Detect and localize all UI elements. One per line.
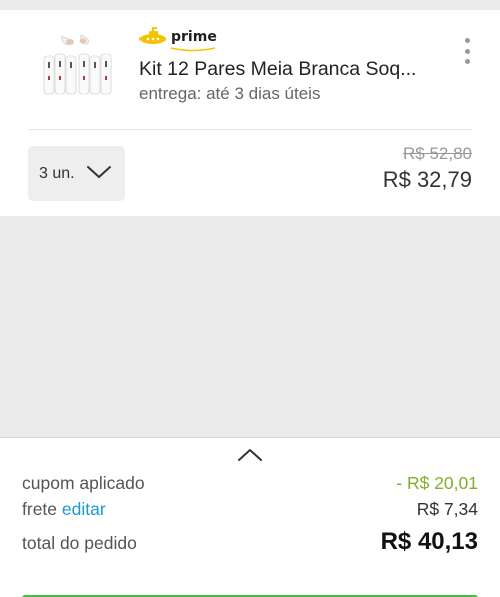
prime-smile-icon (170, 47, 216, 52)
quantity-select[interactable]: 3 un. (28, 146, 125, 201)
total-row: total do pedido R$ 40,13 (22, 528, 478, 556)
product-title[interactable]: Kit 12 Pares Meia Branca Soq... (139, 58, 439, 81)
shipping-value: R$ 7,34 (416, 499, 478, 519)
delivery-estimate: entrega: até 3 dias úteis (139, 84, 321, 103)
more-vertical-icon (464, 38, 470, 43)
total-label: total do pedido (22, 533, 137, 553)
submarine-icon (138, 26, 169, 53)
coupon-row: cupom aplicado - R$ 20,01 (22, 473, 478, 494)
top-background-strip (0, 0, 500, 10)
edit-shipping-link[interactable]: editar (62, 499, 106, 519)
order-summary-panel: cupom aplicado - R$ 20,01 frete editar R… (0, 437, 500, 597)
shipping-row: frete editar R$ 7,34 (22, 499, 478, 520)
quantity-value: 3 un. (39, 164, 75, 182)
prime-label: prime (171, 29, 217, 45)
divider (28, 129, 472, 130)
coupon-value: - R$ 20,01 (396, 473, 478, 493)
cart-item-card: prime Kit 12 Pares Meia Branca Soq... en… (0, 10, 500, 216)
original-price: R$ 52,80 (403, 144, 472, 163)
chevron-up-icon[interactable] (237, 447, 263, 468)
total-value: R$ 40,13 (380, 528, 478, 555)
current-price: R$ 32,79 (382, 167, 472, 192)
product-image[interactable] (38, 32, 118, 112)
shipping-label: frete (22, 499, 58, 519)
coupon-label: cupom aplicado (22, 473, 145, 493)
prime-badge: prime (138, 22, 217, 56)
chevron-down-icon (87, 164, 111, 185)
more-options-button[interactable] (459, 38, 475, 64)
